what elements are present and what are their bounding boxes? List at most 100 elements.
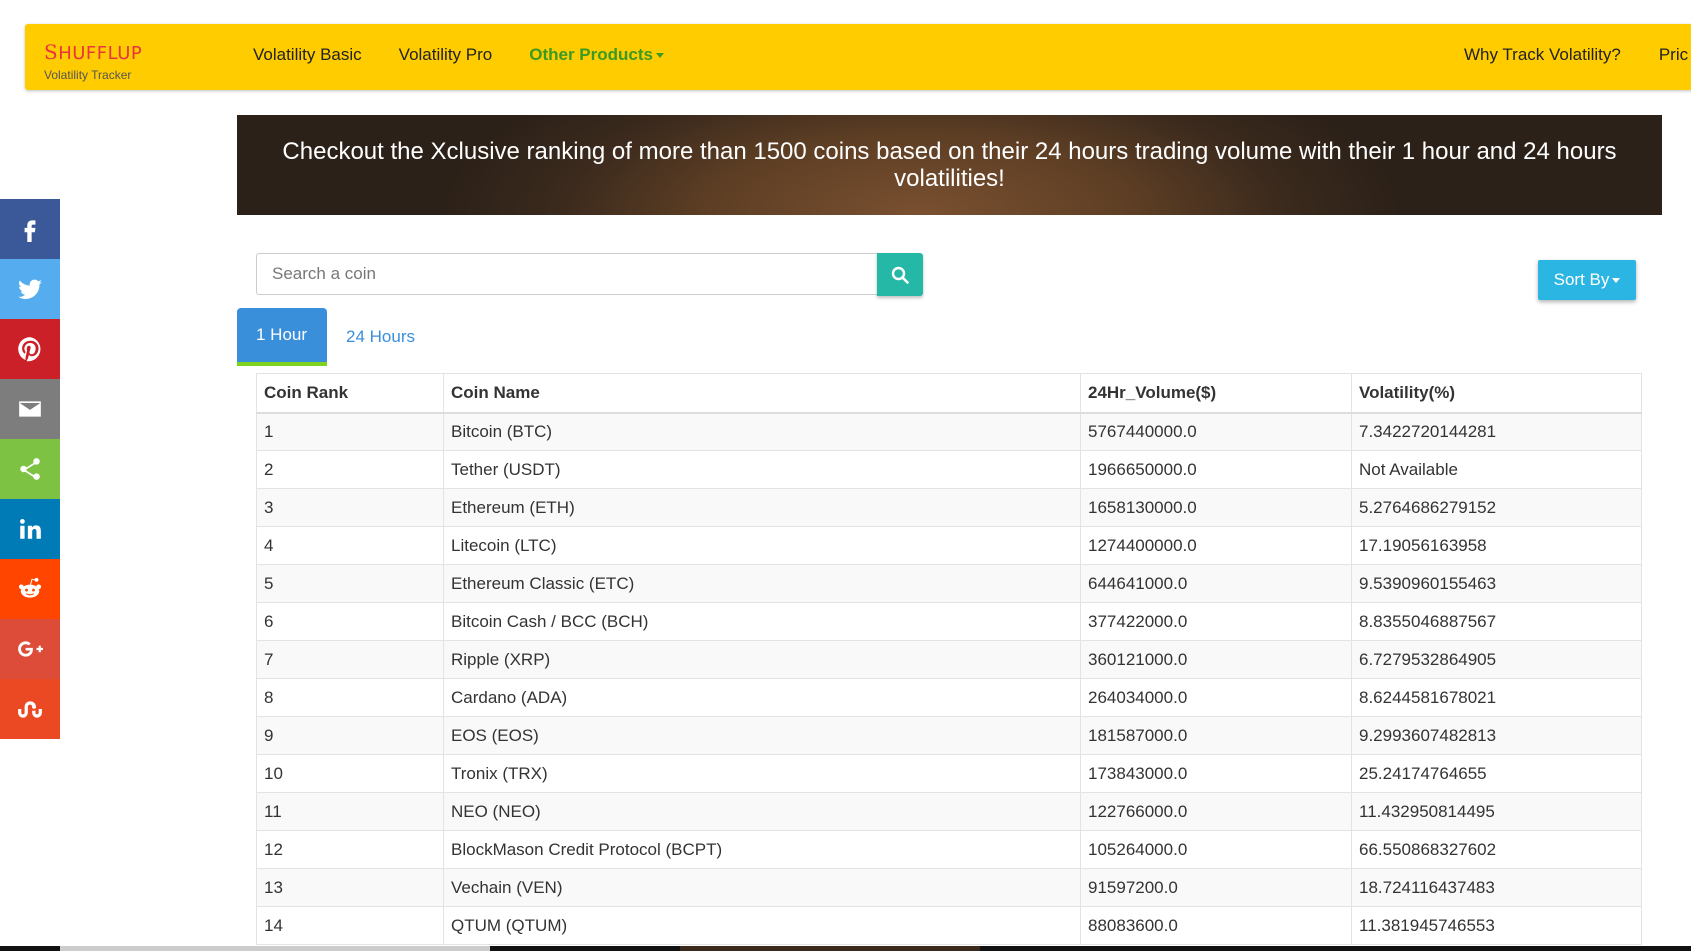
nav-other-products-dropdown[interactable]: Other Products: [529, 45, 664, 65]
cell-coin-rank: 1: [256, 412, 444, 451]
cell-coin-rank: 5: [256, 564, 444, 603]
hero-banner: Checkout the Xclusive ranking of more th…: [237, 115, 1662, 215]
tab-1-hour[interactable]: 1 Hour: [237, 308, 327, 366]
cell-24hr-volume: 264034000.0: [1080, 678, 1352, 717]
cell-24hr-volume: 181587000.0: [1080, 716, 1352, 755]
linkedin-icon: [20, 519, 41, 539]
cell-coin-name: Ethereum Classic (ETC): [443, 564, 1081, 603]
table-row[interactable]: 1 Bitcoin (BTC) 5767440000.0 7.342272014428…: [256, 412, 1642, 451]
cell-volatility: 7.3422720144281: [1351, 412, 1642, 451]
cell-24hr-volume: 377422000.0: [1080, 602, 1352, 641]
nav-why-track-volatility[interactable]: Why Track Volatility?: [1464, 45, 1621, 65]
cell-volatility: 66.550868327602: [1351, 830, 1642, 869]
cell-coin-name: NEO (NEO): [443, 792, 1081, 831]
cell-coin-rank: 12: [256, 830, 444, 869]
search-input[interactable]: [256, 253, 877, 295]
table-row[interactable]: 4 Litecoin (LTC) 1274400000.0 17.1905616395…: [256, 526, 1642, 565]
cell-coin-name: Vechain (VEN): [443, 868, 1081, 907]
cell-volatility: 18.724116437483: [1351, 868, 1642, 907]
cell-volatility: 8.8355046887567: [1351, 602, 1642, 641]
coin-table-body: 1 Bitcoin (BTC) 5767440000.0 7.342272014428…: [256, 412, 1642, 945]
cell-coin-name: QTUM (QTUM): [443, 906, 1081, 945]
share-twitter-button[interactable]: [0, 259, 60, 319]
nav-volatility-pro[interactable]: Volatility Pro: [399, 45, 493, 65]
nav-links: Volatility Basic Volatility Pro Other Pr…: [253, 24, 701, 86]
cell-coin-name: Ripple (XRP): [443, 640, 1081, 679]
search-icon: [891, 266, 909, 284]
nav-volatility-basic[interactable]: Volatility Basic: [253, 45, 362, 65]
cell-coin-name: BlockMason Credit Protocol (BCPT): [443, 830, 1081, 869]
coin-table: Coin Rank Coin Name 24Hr_Volume($) Volat…: [256, 373, 1642, 945]
cell-coin-rank: 13: [256, 868, 444, 907]
cell-coin-rank: 10: [256, 754, 444, 793]
cell-24hr-volume: 88083600.0: [1080, 906, 1352, 945]
cell-volatility: 11.432950814495: [1351, 792, 1642, 831]
cell-volatility: 5.2764686279152: [1351, 488, 1642, 527]
cell-24hr-volume: 105264000.0: [1080, 830, 1352, 869]
cell-coin-name: Bitcoin Cash / BCC (BCH): [443, 602, 1081, 641]
cell-24hr-volume: 360121000.0: [1080, 640, 1352, 679]
table-row[interactable]: 7 Ripple (XRP) 360121000.0 6.7279532864905: [256, 640, 1642, 679]
reddit-icon: [18, 577, 42, 598]
table-row[interactable]: 10 Tronix (TRX) 173843000.0 25.24174764655: [256, 754, 1642, 793]
share-stumbleupon-button[interactable]: [0, 679, 60, 739]
cell-coin-name: Ethereum (ETH): [443, 488, 1081, 527]
table-row[interactable]: 5 Ethereum Classic (ETC) 644641000.0 9.5390…: [256, 564, 1642, 603]
table-row[interactable]: 14 QTUM (QTUM) 88083600.0 11.381945746553: [256, 906, 1642, 945]
table-row[interactable]: 11 NEO (NEO) 122766000.0 11.432950814495: [256, 792, 1642, 831]
cell-coin-rank: 3: [256, 488, 444, 527]
brand-name: SHUFFLUP: [44, 40, 143, 64]
cell-volatility: 9.2993607482813: [1351, 716, 1642, 755]
search-button[interactable]: [877, 253, 923, 296]
top-navbar: SHUFFLUP Volatility Tracker Volatility B…: [25, 24, 1691, 90]
google-plus-icon: [18, 641, 43, 657]
coin-table-container: Coin Rank Coin Name 24Hr_Volume($) Volat…: [256, 373, 1642, 945]
caret-down-icon: [655, 53, 664, 59]
cell-coin-rank: 7: [256, 640, 444, 679]
cell-24hr-volume: 644641000.0: [1080, 564, 1352, 603]
cell-volatility: 25.24174764655: [1351, 754, 1642, 793]
header-coin-rank[interactable]: Coin Rank: [256, 373, 444, 414]
table-row[interactable]: 13 Vechain (VEN) 91597200.0 18.724116437483: [256, 868, 1642, 907]
cell-coin-rank: 2: [256, 450, 444, 489]
banner-text: Checkout the Xclusive ranking of more th…: [282, 138, 1617, 192]
cell-24hr-volume: 5767440000.0: [1080, 412, 1352, 451]
cell-volatility: 6.7279532864905: [1351, 640, 1642, 679]
header-volatility[interactable]: Volatility(%): [1351, 373, 1642, 414]
share-facebook-button[interactable]: [0, 199, 60, 259]
tab-24-hours[interactable]: 24 Hours: [327, 308, 434, 366]
twitter-icon: [18, 279, 42, 299]
bottom-taskbar-strip: [0, 946, 1691, 951]
share-reddit-button[interactable]: [0, 559, 60, 619]
share-pinterest-button[interactable]: [0, 319, 60, 379]
sort-by-label: Sort By: [1553, 270, 1610, 289]
share-linkedin-button[interactable]: [0, 499, 60, 559]
facebook-icon: [24, 220, 36, 242]
cell-coin-rank: 4: [256, 526, 444, 565]
cell-24hr-volume: 1658130000.0: [1080, 488, 1352, 527]
cell-volatility: 11.381945746553: [1351, 906, 1642, 945]
header-24hr-volume[interactable]: 24Hr_Volume($): [1080, 373, 1352, 414]
sort-by-button[interactable]: Sort By: [1538, 260, 1636, 300]
pinterest-icon: [18, 337, 41, 362]
cell-24hr-volume: 91597200.0: [1080, 868, 1352, 907]
cell-coin-name: Tronix (TRX): [443, 754, 1081, 793]
share-email-button[interactable]: [0, 379, 60, 439]
table-row[interactable]: 3 Ethereum (ETH) 1658130000.0 5.27646862791…: [256, 488, 1642, 527]
social-share-bar: [0, 199, 60, 739]
table-row[interactable]: 8 Cardano (ADA) 264034000.0 8.6244581678021: [256, 678, 1642, 717]
cell-coin-name: Cardano (ADA): [443, 678, 1081, 717]
table-row[interactable]: 12 BlockMason Credit Protocol (BCPT) 10526…: [256, 830, 1642, 869]
table-row[interactable]: 6 Bitcoin Cash / BCC (BCH) 377422000.0 8.83…: [256, 602, 1642, 641]
share-generic-button[interactable]: [0, 439, 60, 499]
table-row[interactable]: 2 Tether (USDT) 1966650000.0 Not Available: [256, 450, 1642, 489]
brand-logo[interactable]: SHUFFLUP Volatility Tracker: [44, 40, 142, 82]
share-google-plus-button[interactable]: [0, 619, 60, 679]
table-row[interactable]: 9 EOS (EOS) 181587000.0 9.2993607482813: [256, 716, 1642, 755]
cell-coin-name: Bitcoin (BTC): [443, 412, 1081, 451]
nav-pricing[interactable]: Pric: [1659, 45, 1688, 65]
search-bar: [256, 253, 923, 296]
cell-volatility: 8.6244581678021: [1351, 678, 1642, 717]
cell-24hr-volume: 1966650000.0: [1080, 450, 1352, 489]
header-coin-name[interactable]: Coin Name: [443, 373, 1081, 414]
